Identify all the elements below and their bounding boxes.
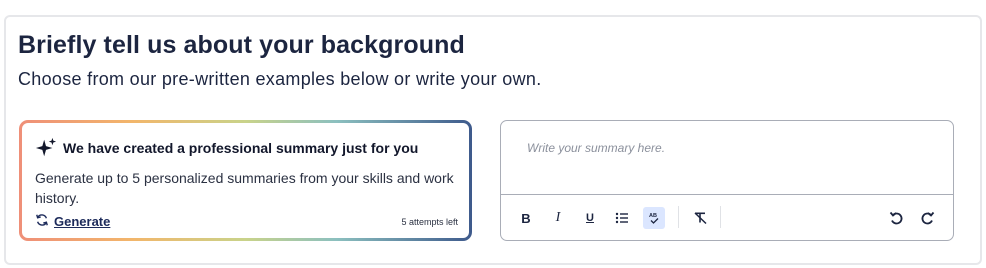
redo-icon [921,211,935,225]
ai-summary-promo: We have created a professional summary j… [19,120,472,241]
bulleted-list-button[interactable] [611,207,633,229]
spellcheck-button[interactable]: AB [643,207,665,229]
clear-formatting-button[interactable] [689,207,711,229]
undo-button[interactable] [885,207,907,229]
underline-button[interactable]: U [579,207,601,229]
page-subtitle: Choose from our pre-written examples bel… [18,69,542,89]
promo-footer: Generate 5 attempts left [35,213,458,230]
toolbar-separator [720,206,721,228]
spellcheck-icon: AB [647,211,661,225]
sparkle-icon [35,137,57,159]
svg-text:AB: AB [649,213,657,219]
promo-description: Generate up to 5 personalized summaries … [35,170,454,206]
clear-formatting-icon [693,211,708,225]
bold-button[interactable]: B [515,207,537,229]
undo-icon [889,211,903,225]
page-title: Briefly tell us about your background [18,31,465,59]
promo-title: We have created a professional summary j… [63,140,419,156]
attempts-left: 5 attempts left [401,216,458,227]
redo-button[interactable] [917,207,939,229]
toolbar-separator [678,206,679,228]
italic-button[interactable]: I [547,207,569,229]
refresh-icon [35,213,49,230]
promo-header: We have created a professional summary j… [35,137,418,159]
summary-editor[interactable]: Write your summary here. B I U AB [500,120,954,241]
generate-button[interactable]: Generate [35,213,110,230]
editor-toolbar: B I U AB [501,195,953,241]
summary-input[interactable]: Write your summary here. [527,141,665,155]
generate-label: Generate [54,214,111,229]
background-card: Briefly tell us about your background Ch… [4,15,982,265]
bulleted-list-icon [615,211,629,225]
